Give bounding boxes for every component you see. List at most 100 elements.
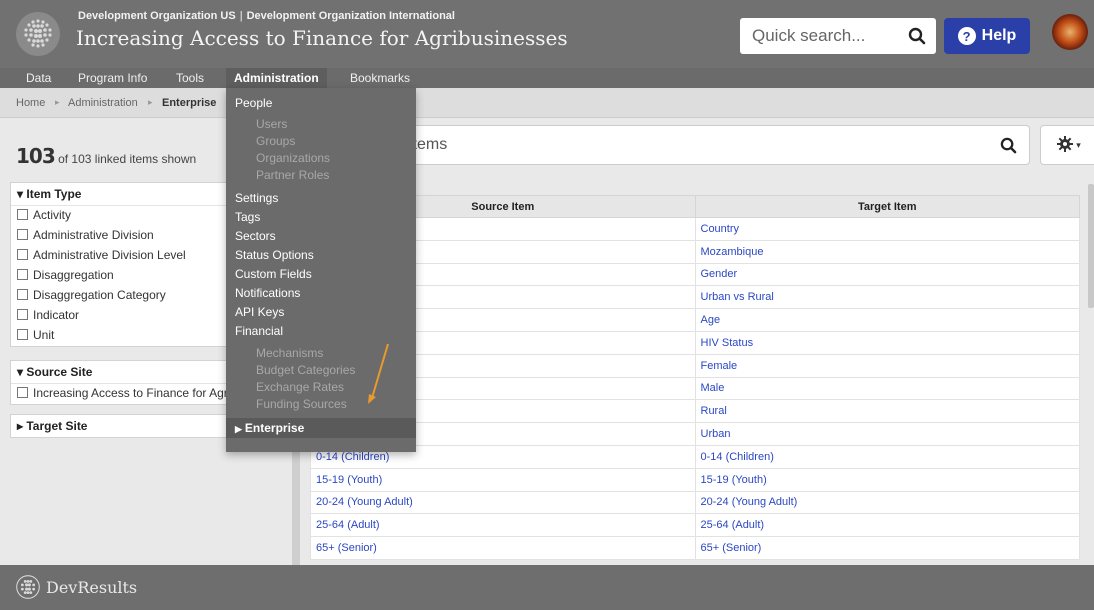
target-item-cell[interactable]: 20-24 (Young Adult) — [694, 490, 1080, 515]
settings-menu-button[interactable]: ▾ — [1040, 125, 1094, 165]
target-item-cell[interactable]: 0-14 (Children) — [694, 444, 1080, 469]
menu-item-financial[interactable]: Financial — [235, 324, 283, 338]
menu-item-tags[interactable]: Tags — [235, 210, 260, 224]
facet-option-label: Disaggregation — [33, 268, 114, 282]
vertical-scrollbar[interactable] — [1088, 184, 1094, 308]
target-item-cell[interactable]: Female — [694, 353, 1080, 378]
footer-brand: DevResults — [46, 577, 138, 597]
table-row: 25-64 (Adult) 25-64 (Adult) — [310, 513, 1080, 538]
nav-item-bookmarks[interactable]: Bookmarks — [342, 68, 418, 88]
facet-option-label: Unit — [33, 328, 55, 342]
checkbox[interactable] — [17, 329, 28, 340]
nav-item-program-info[interactable]: Program Info — [70, 68, 155, 88]
facet-option-label: Disaggregation Category — [33, 288, 166, 302]
org-secondary-link[interactable]: Development Organization International — [247, 10, 455, 22]
menu-item-groups[interactable]: Groups — [256, 134, 295, 148]
nav-item-tools[interactable]: Tools — [168, 68, 212, 88]
checkbox[interactable] — [17, 229, 28, 240]
menu-item-custom-fields[interactable]: Custom Fields — [235, 267, 312, 281]
table-row: 65+ (Senior) 65+ (Senior) — [310, 536, 1080, 560]
app-header: Development Organization US | Development … — [0, 0, 1094, 68]
target-item-cell[interactable]: HIV Status — [694, 330, 1080, 355]
checkbox[interactable] — [17, 387, 28, 398]
target-item-cell[interactable]: Country — [694, 217, 1080, 241]
nav-item-data[interactable]: Data — [18, 68, 59, 88]
checkbox[interactable] — [17, 209, 28, 220]
facet-title: Source Site — [26, 365, 93, 379]
breadcrumb-enterprise: Enterprise — [162, 97, 217, 109]
menu-item-notifications[interactable]: Notifications — [235, 286, 300, 300]
menu-item-enterprise[interactable]: ▶ Enterprise — [226, 418, 416, 438]
target-item-cell[interactable]: 25-64 (Adult) — [694, 513, 1080, 538]
help-button-label: Help — [981, 27, 1017, 44]
facet-option-label: Administrative Division Level — [33, 248, 186, 262]
table-row: Country — [310, 217, 1080, 241]
target-item-cell[interactable]: Mozambique — [694, 239, 1080, 264]
breadcrumb-administration[interactable]: Administration — [68, 97, 138, 109]
items-filter-input[interactable]: items — [310, 125, 1030, 165]
org-logo-icon[interactable] — [16, 12, 60, 56]
checkbox[interactable] — [17, 289, 28, 300]
checkbox[interactable] — [17, 249, 28, 260]
target-item-cell[interactable]: Gender — [694, 262, 1080, 287]
avatar[interactable] — [1052, 14, 1088, 50]
source-item-cell[interactable]: 20-24 (Young Adult) — [310, 490, 696, 515]
target-item-cell[interactable]: Rural — [694, 399, 1080, 424]
table-row: Mozambique — [310, 239, 1080, 264]
quick-search-input[interactable]: Quick search... — [752, 26, 865, 46]
nav-item-administration[interactable]: Administration — [226, 68, 327, 88]
table-row: 20-24 (Young Adult) 20-24 (Young Adult) — [310, 490, 1080, 515]
quick-search-box[interactable]: Quick search... — [740, 18, 936, 54]
search-icon[interactable] — [908, 27, 926, 48]
checkbox[interactable] — [17, 269, 28, 280]
devresults-logo-icon — [16, 575, 40, 599]
target-item-cell[interactable]: 65+ (Senior) — [694, 536, 1080, 560]
table-row: Gender — [310, 262, 1080, 287]
table-row: Urban vs Rural — [310, 285, 1080, 310]
main-nav: Data Program Info Tools Administration B… — [0, 68, 1094, 88]
item-count-text: of 103 linked items shown — [58, 152, 197, 166]
source-item-cell[interactable]: 15-19 (Youth) — [310, 467, 696, 492]
table-row: 15-19 (Youth) 15-19 (Youth) — [310, 467, 1080, 492]
facet-option-label: Activity — [33, 208, 72, 222]
checkbox[interactable] — [17, 309, 28, 320]
organization-line: Development Organization US | Development … — [78, 10, 455, 22]
menu-item-status-options[interactable]: Status Options — [235, 248, 314, 262]
menu-item-users[interactable]: Users — [256, 117, 287, 131]
table-row: Rural — [310, 399, 1080, 424]
menu-item-people[interactable]: People — [235, 96, 272, 110]
target-item-cell[interactable]: 15-19 (Youth) — [694, 467, 1080, 492]
gear-icon — [1057, 135, 1074, 155]
target-item-cell[interactable]: Urban — [694, 422, 1080, 446]
column-header-target-item[interactable]: Target Item — [694, 195, 1080, 218]
breadcrumb-home[interactable]: Home — [16, 97, 45, 109]
help-button[interactable]: ? Help — [944, 18, 1030, 54]
annotation-arrow-icon — [368, 343, 389, 404]
target-item-cell[interactable]: Male — [694, 376, 1080, 401]
facet-title: Item Type — [26, 187, 82, 201]
menu-item-sectors[interactable]: Sectors — [235, 229, 276, 243]
target-item-cell[interactable]: Age — [694, 308, 1080, 332]
menu-item-exchange-rates[interactable]: Exchange Rates — [256, 380, 344, 394]
menu-item-mechanisms[interactable]: Mechanisms — [256, 346, 323, 360]
menu-item-partner-roles[interactable]: Partner Roles — [256, 168, 329, 182]
caret-down-icon: ▾ — [1076, 139, 1081, 150]
question-icon: ? — [957, 27, 976, 45]
site-title[interactable]: Increasing Access to Finance for Agribus… — [76, 26, 568, 50]
menu-item-api-keys[interactable]: API Keys — [235, 305, 284, 319]
org-primary-link[interactable]: Development Organization US — [78, 10, 236, 22]
menu-item-organizations[interactable]: Organizations — [256, 151, 330, 165]
table-row: Male — [310, 376, 1080, 401]
search-icon[interactable] — [1000, 137, 1017, 157]
source-item-cell[interactable]: 25-64 (Adult) — [310, 513, 696, 538]
breadcrumb-separator-icon: ▸ — [148, 97, 153, 107]
source-item-cell[interactable]: 65+ (Senior) — [310, 536, 696, 560]
devresults-logo[interactable]: DevResults — [16, 575, 137, 599]
target-item-cell[interactable]: Urban vs Rural — [694, 285, 1080, 310]
menu-item-funding-sources[interactable]: Funding Sources — [256, 397, 347, 411]
breadcrumb-separator-icon: ▸ — [55, 97, 60, 107]
menu-item-budget-categories[interactable]: Budget Categories — [256, 363, 355, 377]
menu-item-enterprise-label: Enterprise — [244, 421, 305, 435]
item-count: 103 of 103 linked items shown — [16, 144, 196, 168]
menu-item-settings[interactable]: Settings — [235, 191, 278, 205]
